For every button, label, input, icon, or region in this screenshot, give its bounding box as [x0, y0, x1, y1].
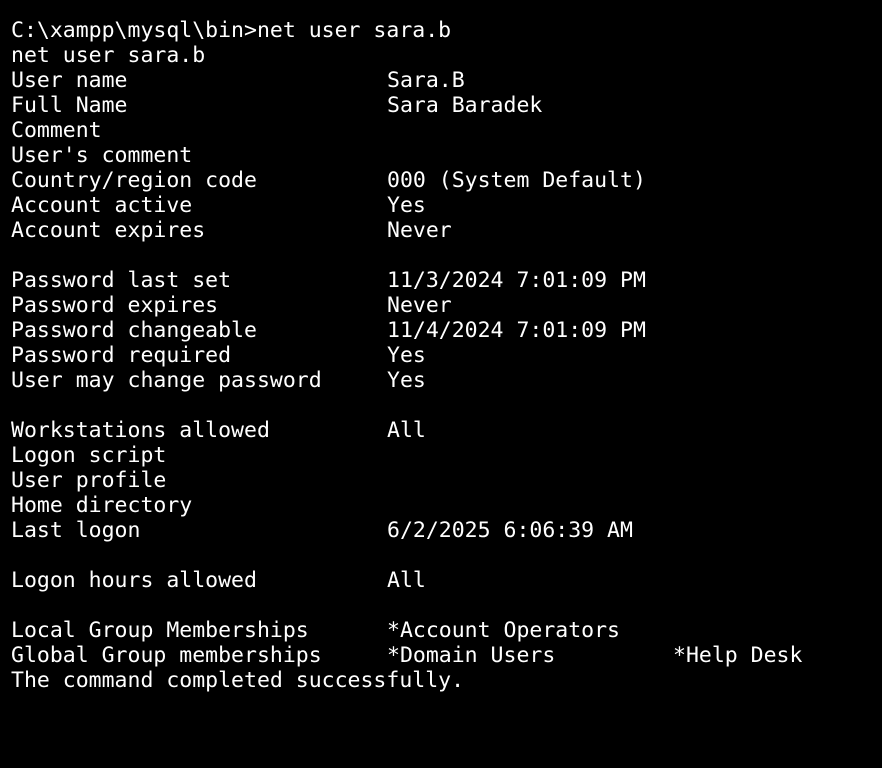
field-users-comment: User's comment: [11, 143, 882, 168]
field-country-region-code: Country/region code 000 (System Default): [11, 168, 882, 193]
field-value: Sara Baradek: [387, 93, 543, 118]
field-value: 000 (System Default): [387, 168, 646, 193]
field-label: Global Group memberships: [11, 643, 322, 668]
field-password-last-set: Password last set 11/3/2024 7:01:09 PM: [11, 268, 882, 293]
field-value: Never: [387, 218, 452, 243]
field-last-logon: Last logon 6/2/2025 6:06:39 AM: [11, 518, 882, 543]
field-full-name: Full Name Sara Baradek: [11, 93, 882, 118]
field-label: Comment: [11, 118, 102, 143]
field-value: Yes: [387, 343, 426, 368]
field-value: Never: [387, 293, 452, 318]
field-user-may-change-password: User may change password Yes: [11, 368, 882, 393]
field-local-group-memberships: Local Group Memberships *Account Operato…: [11, 618, 882, 643]
field-account-expires: Account expires Never: [11, 218, 882, 243]
field-value: Yes: [387, 193, 426, 218]
field-workstations-allowed: Workstations allowed All: [11, 418, 882, 443]
field-label: Workstations allowed: [11, 418, 270, 443]
field-value: 11/4/2024 7:01:09 PM: [387, 318, 646, 343]
field-label: Local Group Memberships: [11, 618, 309, 643]
field-user-profile: User profile: [11, 468, 882, 493]
field-label: Full Name: [11, 93, 128, 118]
field-label: Logon script: [11, 443, 167, 468]
field-value: Sara.B: [387, 68, 465, 93]
terminal-window[interactable]: C:\xampp\mysql\bin>net user sara.b net u…: [0, 0, 882, 716]
field-comment: Comment: [11, 118, 882, 143]
field-home-directory: Home directory: [11, 493, 882, 518]
field-password-changeable: Password changeable 11/4/2024 7:01:09 PM: [11, 318, 882, 343]
field-value: All: [387, 418, 426, 443]
field-label: User name: [11, 68, 128, 93]
field-label: Account active: [11, 193, 193, 218]
field-password-expires: Password expires Never: [11, 293, 882, 318]
command-completion-line: The command completed successfully.: [11, 668, 465, 693]
field-label: Password last set: [11, 268, 232, 293]
field-value: *Domain Users: [387, 643, 556, 668]
field-logon-hours-allowed: Logon hours allowed All: [11, 568, 882, 593]
field-label: Country/region code: [11, 168, 257, 193]
command-echo-line: net user sara.b: [11, 43, 206, 68]
field-label: User's comment: [11, 143, 193, 168]
field-label: Home directory: [11, 493, 193, 518]
field-account-active: Account active Yes: [11, 193, 882, 218]
field-value-secondary: *Help Desk: [673, 643, 803, 668]
field-label: Logon hours allowed: [11, 568, 257, 593]
field-password-required: Password required Yes: [11, 343, 882, 368]
field-value: 6/2/2025 6:06:39 AM: [387, 518, 633, 543]
field-global-group-memberships: Global Group memberships *Domain Users *…: [11, 643, 882, 668]
field-value: All: [387, 568, 426, 593]
field-label: Password changeable: [11, 318, 257, 343]
field-logon-script: Logon script: [11, 443, 882, 468]
field-value: *Account Operators: [387, 618, 620, 643]
field-value: 11/3/2024 7:01:09 PM: [387, 268, 646, 293]
field-label: User may change password: [11, 368, 322, 393]
field-label: Last logon: [11, 518, 141, 543]
field-value: Yes: [387, 368, 426, 393]
field-label: Account expires: [11, 218, 206, 243]
field-label: Password required: [11, 343, 232, 368]
command-prompt-line: C:\xampp\mysql\bin>net user sara.b: [11, 18, 452, 43]
field-label: User profile: [11, 468, 167, 493]
field-label: Password expires: [11, 293, 219, 318]
field-user-name: User name Sara.B: [11, 68, 882, 93]
